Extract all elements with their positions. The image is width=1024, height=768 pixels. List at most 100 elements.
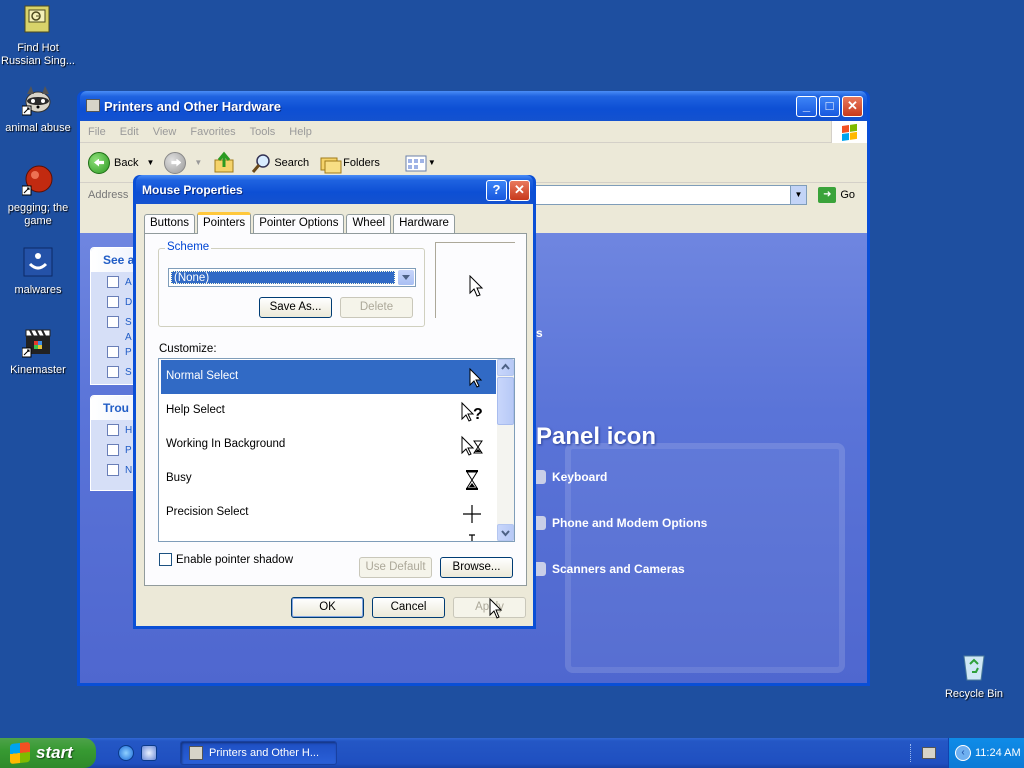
cursor-list[interactable]: Normal Select Help Select ? Working In B… <box>158 358 515 542</box>
forward-arrow-icon <box>164 151 187 174</box>
scroll-down-button[interactable] <box>497 524 514 541</box>
crosshair-cursor-icon <box>463 505 481 523</box>
tab-pointers[interactable]: Pointers <box>197 212 252 234</box>
checkbox-box[interactable] <box>159 553 172 566</box>
outlook-express-icon[interactable] <box>141 745 157 761</box>
mouse-properties-dialog: Mouse Properties ? ✕ Buttons Pointers Po… <box>133 175 536 629</box>
start-label: start <box>36 743 73 762</box>
see-also-item-label: S <box>125 316 132 328</box>
menu-favorites[interactable]: Favorites <box>190 126 235 138</box>
cursor-name: Help Select <box>166 404 225 416</box>
views-button[interactable]: ▼ <box>404 153 436 173</box>
dropdown-arrow-icon[interactable]: ▼ <box>428 158 436 167</box>
enable-pointer-shadow-label: Enable pointer shadow <box>176 553 293 566</box>
taskbar-button-printers[interactable]: Printers and Other H... <box>180 741 337 765</box>
back-button[interactable]: Back ▼ <box>88 151 154 174</box>
go-arrow-icon: ➜ <box>818 187 837 203</box>
dialog-titlebar[interactable]: Mouse Properties ? ✕ <box>136 175 533 204</box>
list-item[interactable]: Normal Select <box>161 360 496 394</box>
menu-file[interactable]: File <box>88 126 106 138</box>
see-also-item-label: A <box>125 331 132 343</box>
menu-help[interactable]: Help <box>289 126 312 138</box>
dialog-client: Buttons Pointers Pointer Options Wheel H… <box>136 204 533 626</box>
delete-button[interactable]: Delete <box>340 297 413 318</box>
desktop-icon-label: Russian Sing... <box>1 55 75 67</box>
cancel-button[interactable]: Cancel <box>372 597 445 618</box>
menu-bar: File Edit View Favorites Tools Help <box>80 121 867 143</box>
scheme-dropdown[interactable]: (None) <box>168 268 416 287</box>
folders-button[interactable]: Folders <box>319 152 380 174</box>
desktop-icon-recycle-bin[interactable]: Recycle Bin <box>934 650 1014 701</box>
windows-logo-icon <box>831 121 867 143</box>
menu-edit[interactable]: Edit <box>120 126 139 138</box>
help-icon <box>107 464 119 476</box>
up-folder-icon <box>214 151 234 172</box>
internet-explorer-icon[interactable] <box>118 745 134 761</box>
vertical-scrollbar[interactable] <box>497 359 514 541</box>
troubleshooter-item-label: N <box>125 464 133 476</box>
dropdown-arrow-icon[interactable]: ▼ <box>194 158 202 167</box>
dropdown-arrow-icon[interactable]: ▼ <box>146 158 154 167</box>
explorer-titlebar[interactable]: Printers and Other Hardware _ □ ✕ <box>80 91 867 121</box>
desktop-icon-find-hot[interactable]: Find Hot Russian Sing... <box>0 4 78 68</box>
explorer-title: Printers and Other Hardware <box>104 99 281 114</box>
clock[interactable]: 11:24 AM <box>975 747 1021 759</box>
close-button[interactable]: ✕ <box>842 96 863 117</box>
desktop-icon-kinemaster[interactable]: Kinemaster <box>0 326 78 377</box>
chevron-left-icon[interactable]: ‹ <box>955 745 971 761</box>
list-item[interactable] <box>161 530 496 541</box>
ok-button[interactable]: OK <box>291 597 364 618</box>
help-button[interactable]: ? <box>486 180 507 201</box>
menu-view[interactable]: View <box>153 126 177 138</box>
close-button[interactable]: ✕ <box>509 180 530 201</box>
up-folder-button[interactable] <box>212 151 236 175</box>
start-button[interactable]: start <box>0 738 96 768</box>
forward-button[interactable]: ▼ <box>164 151 202 174</box>
tab-pointer-options[interactable]: Pointer Options <box>253 214 345 233</box>
go-label: Go <box>840 189 855 201</box>
maximize-button[interactable]: □ <box>819 96 840 117</box>
cursor-name: Normal Select <box>166 370 239 382</box>
pick-panel-heading: Panel icon <box>536 423 657 450</box>
chevron-down-icon[interactable] <box>398 270 414 285</box>
list-item[interactable]: Help Select ? <box>161 394 496 428</box>
taskbar: start Printers and Other H... ‹ 11:24 AM <box>0 738 1024 768</box>
list-item[interactable]: Working In Background <box>161 428 496 462</box>
go-button[interactable]: ➜ Go <box>818 187 855 203</box>
scheme-group: Scheme (None) Save As... Delete <box>158 241 425 327</box>
scanners-cameras-link[interactable]: Scanners and Cameras <box>532 562 685 576</box>
tab-buttons[interactable]: Buttons <box>144 214 195 233</box>
link-icon <box>107 296 119 308</box>
chevron-down-icon[interactable]: ▼ <box>790 186 806 204</box>
printer-icon <box>86 99 100 112</box>
raccoon-icon <box>21 84 54 116</box>
browse-button[interactable]: Browse... <box>440 557 513 578</box>
help-icon <box>107 444 119 456</box>
keyboard-link[interactable]: Keyboard <box>532 470 607 484</box>
save-as-button[interactable]: Save As... <box>259 297 332 318</box>
help-cursor-icon: ? <box>461 401 483 423</box>
grip-handle[interactable] <box>910 744 913 762</box>
list-item[interactable]: Busy <box>161 462 496 496</box>
red-ball-icon <box>21 164 54 196</box>
use-default-button[interactable]: Use Default <box>359 557 432 578</box>
menu-tools[interactable]: Tools <box>250 126 276 138</box>
tab-wheel[interactable]: Wheel <box>346 214 392 233</box>
enable-pointer-shadow-checkbox[interactable]: Enable pointer shadow <box>159 553 293 566</box>
scroll-up-button[interactable] <box>497 359 514 376</box>
address-input[interactable]: ▼ <box>535 185 807 205</box>
tab-hardware[interactable]: Hardware <box>393 214 455 233</box>
desktop-icon-label: Recycle Bin <box>944 688 1004 700</box>
taskbar-button-label: Printers and Other H... <box>209 747 320 759</box>
desktop-icon-animal-abuse[interactable]: animal abuse <box>0 84 78 135</box>
minimize-button[interactable]: _ <box>796 96 817 117</box>
desktop-icon-label: game <box>24 215 52 227</box>
phone-modem-link[interactable]: Phone and Modem Options <box>532 516 707 530</box>
desktop-icon-pegging[interactable]: pegging; the game <box>0 164 78 228</box>
search-button[interactable]: Search <box>250 152 309 174</box>
keyboard-tray-icon[interactable] <box>922 747 936 759</box>
address-label: Address <box>88 189 129 201</box>
scroll-thumb[interactable] <box>497 377 514 425</box>
desktop-icon-malwares[interactable]: malwares <box>0 246 78 297</box>
list-item[interactable]: Precision Select <box>161 496 496 530</box>
